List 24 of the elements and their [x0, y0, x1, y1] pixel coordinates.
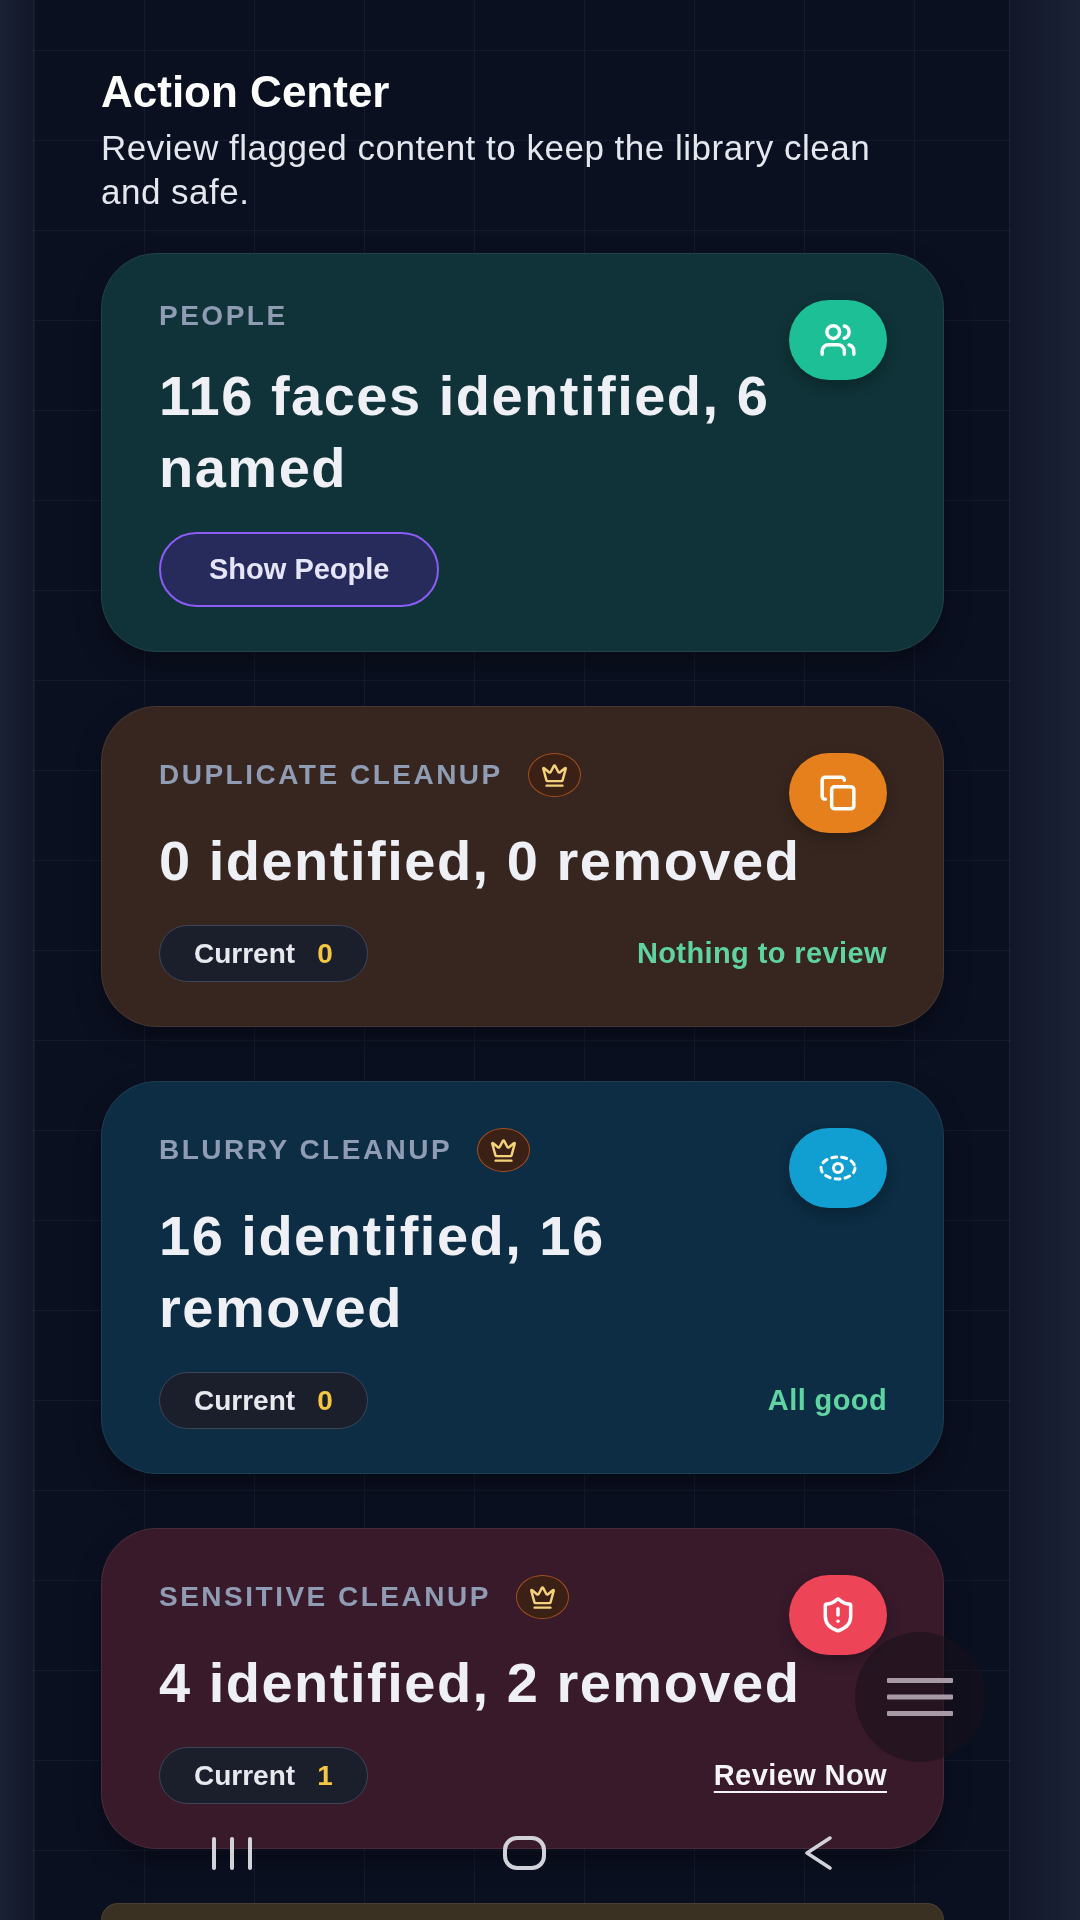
summary-title: 4 identified, 2 removed — [159, 1650, 801, 1716]
counter-label: Current — [194, 1384, 296, 1417]
status-text: Nothing to review — [636, 937, 887, 970]
counter-label: Current — [194, 937, 296, 970]
section-label: DUPLICATE CLEANUP — [159, 759, 503, 791]
home-icon[interactable] — [503, 1836, 547, 1870]
counter-value: 0 — [317, 1384, 333, 1417]
counter-value: 1 — [317, 1759, 333, 1792]
counter-label: Current — [194, 1759, 296, 1792]
section-label: PEOPLE — [159, 300, 288, 332]
page-subtitle: Review flagged content to keep the library clean and safe. — [101, 127, 872, 213]
counter-value: 0 — [317, 937, 333, 970]
show-people-button[interactable]: Show People — [159, 532, 440, 607]
page-title: Action Center — [101, 66, 390, 118]
section-label: BLURRY CLEANUP — [159, 1134, 453, 1166]
status-text: All good — [767, 1384, 887, 1417]
menu-icon — [887, 1678, 953, 1716]
review-now-link[interactable]: Review Now — [713, 1759, 887, 1792]
summary-title: 0 identified, 0 removed — [159, 828, 801, 894]
recents-icon[interactable] — [212, 1836, 253, 1870]
summary-title: 16 identified, 16 removed — [159, 1203, 606, 1341]
summary-title: 116 faces identified, 6 named — [159, 363, 771, 501]
section-label: SENSITIVE CLEANUP — [159, 1581, 491, 1613]
back-icon[interactable] — [803, 1836, 832, 1870]
